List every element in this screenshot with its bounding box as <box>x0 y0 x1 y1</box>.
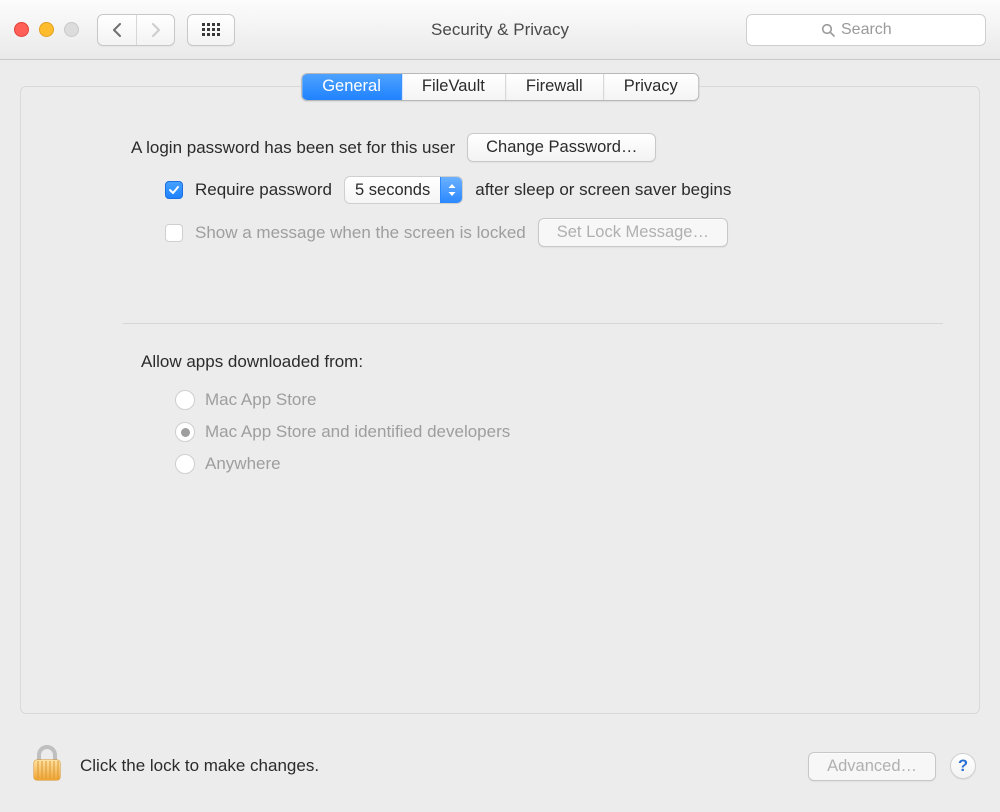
radio-button <box>175 454 195 474</box>
forward-button <box>136 15 174 45</box>
popup-stepper-icon <box>440 177 462 203</box>
tab-privacy[interactable]: Privacy <box>603 74 698 100</box>
show-lock-message-checkbox <box>165 224 183 242</box>
require-password-checkbox[interactable] <box>165 181 183 199</box>
footer: Click the lock to make changes. Advanced… <box>0 732 1000 812</box>
tab-label: Privacy <box>624 77 678 96</box>
popup-value: 5 seconds <box>355 181 430 200</box>
require-password-label: Require password <box>195 180 332 200</box>
grid-icon <box>202 23 220 37</box>
search-field[interactable] <box>746 14 986 46</box>
show-all-button[interactable] <box>187 14 235 46</box>
tab-firewall[interactable]: Firewall <box>505 74 603 100</box>
gatekeeper-option-identified-devs: Mac App Store and identified developers <box>175 422 931 442</box>
tab-label: Firewall <box>526 77 583 96</box>
radio-button <box>175 422 195 442</box>
chevron-left-icon <box>112 23 122 37</box>
tab-label: FileVault <box>422 77 485 96</box>
set-lock-message-button: Set Lock Message… <box>538 218 728 247</box>
divider <box>123 323 943 324</box>
preferences-panel: General FileVault Firewall Privacy A log… <box>20 86 980 714</box>
help-button[interactable]: ? <box>950 753 976 779</box>
radio-label: Mac App Store and identified developers <box>205 422 510 442</box>
radio-label: Mac App Store <box>205 390 317 410</box>
login-password-row: A login password has been set for this u… <box>131 133 931 162</box>
nav-segment <box>97 14 175 46</box>
minimize-window-button[interactable] <box>39 22 54 37</box>
radio-button <box>175 390 195 410</box>
gatekeeper-radio-group: Mac App Store Mac App Store and identifi… <box>131 390 931 474</box>
titlebar: Security & Privacy <box>0 0 1000 60</box>
help-label: ? <box>958 757 968 776</box>
back-button[interactable] <box>98 15 136 45</box>
login-password-text: A login password has been set for this u… <box>131 138 455 158</box>
search-icon <box>821 23 835 37</box>
gatekeeper-option-anywhere: Anywhere <box>175 454 931 474</box>
tab-label: General <box>322 77 381 96</box>
close-window-button[interactable] <box>14 22 29 37</box>
tab-control: General FileVault Firewall Privacy <box>301 73 699 101</box>
zoom-window-button <box>64 22 79 37</box>
tab-general[interactable]: General <box>302 74 401 100</box>
show-lock-message-label: Show a message when the screen is locked <box>195 223 526 243</box>
change-password-button[interactable]: Change Password… <box>467 133 656 162</box>
require-password-after-text: after sleep or screen saver begins <box>475 180 731 200</box>
search-input[interactable] <box>841 21 911 39</box>
lock-text: Click the lock to make changes. <box>80 756 319 776</box>
require-password-delay-popup[interactable]: 5 seconds <box>344 176 463 204</box>
tab-filevault[interactable]: FileVault <box>401 74 505 100</box>
button-label: Advanced… <box>827 757 917 775</box>
button-label: Set Lock Message… <box>557 223 709 241</box>
gatekeeper-section-label: Allow apps downloaded from: <box>141 352 931 372</box>
chevron-right-icon <box>151 23 161 37</box>
gatekeeper-option-app-store: Mac App Store <box>175 390 931 410</box>
advanced-button[interactable]: Advanced… <box>808 752 936 781</box>
button-label: Change Password… <box>486 138 637 156</box>
window-controls <box>14 22 79 37</box>
require-password-row: Require password 5 seconds after sleep o… <box>131 176 931 204</box>
show-lock-message-row: Show a message when the screen is locked… <box>131 218 931 247</box>
checkmark-icon <box>168 184 180 196</box>
radio-label: Anywhere <box>205 454 281 474</box>
lock-area: Click the lock to make changes. <box>30 744 319 789</box>
general-content: A login password has been set for this u… <box>21 87 979 474</box>
lock-icon[interactable] <box>30 744 64 789</box>
